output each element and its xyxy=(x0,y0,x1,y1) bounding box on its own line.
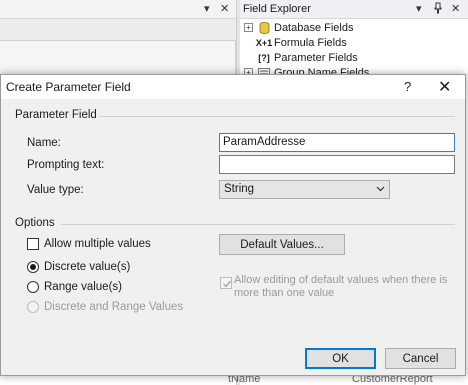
value-type-label: Value type: xyxy=(27,184,84,196)
tree-item-formula-fields[interactable]: X+1 Formula Fields xyxy=(244,35,347,50)
parameter-icon: [?] xyxy=(258,52,270,63)
dropdown-icon[interactable]: ▾ xyxy=(416,2,422,16)
discrete-and-range-label[interactable]: Discrete and Range Values xyxy=(44,301,183,313)
field-explorer-title: Field Explorer xyxy=(243,3,311,15)
parameter-field-section-label: Parameter Field xyxy=(15,109,97,121)
section-divider xyxy=(99,116,455,117)
designer-toolbar: ▾ ✕ xyxy=(0,0,236,19)
discrete-values-radio[interactable] xyxy=(27,261,39,273)
tree-item-parameter-fields[interactable]: [?] Parameter Fields xyxy=(244,50,358,65)
dropdown-icon[interactable]: ▾ xyxy=(204,2,210,16)
value-type-selected: String xyxy=(224,183,255,195)
help-button[interactable]: ? xyxy=(404,79,411,94)
radio-selected-dot xyxy=(30,264,36,270)
options-section-label: Options xyxy=(15,217,55,229)
allow-editing-label[interactable]: Allow editing of default values when the… xyxy=(234,274,449,300)
ok-button[interactable]: OK xyxy=(305,348,376,369)
name-label: Name: xyxy=(27,137,61,149)
section-divider xyxy=(61,224,455,225)
database-icon xyxy=(257,21,271,34)
close-icon[interactable]: ✕ xyxy=(451,2,460,16)
discrete-and-range-radio[interactable] xyxy=(27,301,39,313)
cancel-button[interactable]: Cancel xyxy=(385,348,456,369)
tree-item-label: Formula Fields xyxy=(274,36,347,49)
range-values-label[interactable]: Range value(s) xyxy=(44,281,122,293)
checkmark-icon xyxy=(223,280,232,288)
discrete-values-label[interactable]: Discrete value(s) xyxy=(44,261,130,273)
tree-item-database-fields[interactable]: + Database Fields xyxy=(244,20,354,35)
pin-icon[interactable] xyxy=(433,2,443,18)
dialog-title: Create Parameter Field xyxy=(6,80,131,94)
allow-multiple-values-checkbox[interactable] xyxy=(27,238,39,250)
close-icon[interactable]: ✕ xyxy=(220,2,229,16)
field-explorer-titlebar: Field Explorer ▾ ✕ xyxy=(240,0,468,19)
formula-icon: X+1 xyxy=(255,37,273,48)
allow-multiple-values-label[interactable]: Allow multiple values xyxy=(44,238,151,250)
designer-tab-strip xyxy=(0,19,236,41)
chevron-down-icon xyxy=(376,184,385,196)
designer-panel xyxy=(0,41,236,75)
allow-editing-checkbox[interactable] xyxy=(220,277,232,289)
value-type-select[interactable]: String xyxy=(219,180,390,199)
close-button[interactable]: ✕ xyxy=(438,77,451,97)
name-input[interactable]: ParamAddresse xyxy=(219,133,455,152)
prompting-text-label: Prompting text: xyxy=(27,159,105,171)
range-values-radio[interactable] xyxy=(27,281,39,293)
default-values-button[interactable]: Default Values... xyxy=(219,234,345,255)
expand-icon[interactable]: + xyxy=(244,23,253,32)
tree-item-label: Parameter Fields xyxy=(274,51,358,64)
dialog-titlebar: Create Parameter Field ? ✕ xyxy=(1,75,465,99)
prompting-text-input[interactable] xyxy=(219,155,455,174)
tree-item-label: Database Fields xyxy=(274,21,354,34)
create-parameter-field-dialog: Create Parameter Field ? ✕ Parameter Fie… xyxy=(0,74,466,376)
